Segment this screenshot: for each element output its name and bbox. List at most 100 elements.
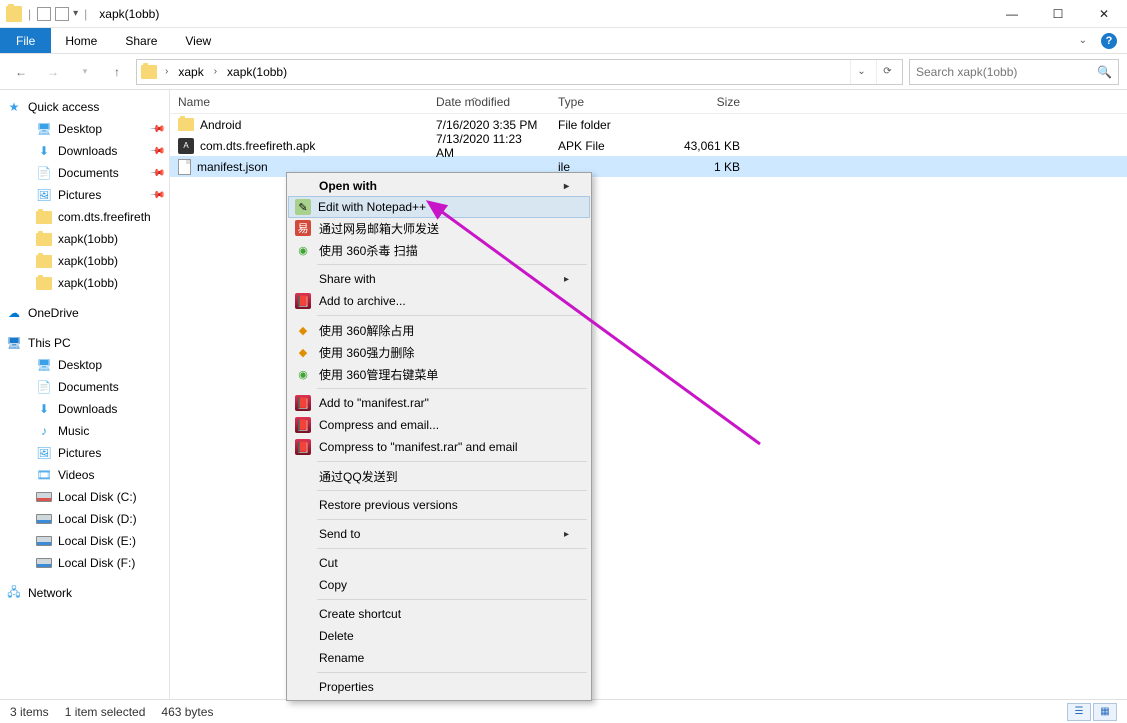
- menu-item[interactable]: Restore previous versions: [289, 494, 589, 516]
- menu-item[interactable]: ◉使用 360管理右键菜单: [289, 363, 589, 385]
- menu-item-label: 使用 360杀毒 扫描: [319, 242, 418, 259]
- menu-item[interactable]: Cut: [289, 552, 589, 574]
- qat-chk2[interactable]: [55, 7, 69, 21]
- menu-item[interactable]: ✎Edit with Notepad++: [288, 196, 590, 218]
- menu-item-label: Properties: [319, 680, 374, 694]
- nav-item[interactable]: 🖥Desktop📌: [0, 118, 169, 140]
- menu-item-label: Compress to "manifest.rar" and email: [319, 440, 518, 454]
- menu-item[interactable]: Rename: [289, 647, 589, 669]
- folder-icon: [141, 65, 157, 79]
- nav-item[interactable]: xapk(1obb): [0, 228, 169, 250]
- menu-item-label: Share with: [319, 272, 376, 286]
- menu-item[interactable]: ◆使用 360强力删除: [289, 341, 589, 363]
- nav-item[interactable]: 🖼Pictures: [0, 442, 169, 464]
- col-type[interactable]: Type: [550, 90, 668, 113]
- address-dropdown-icon[interactable]: ⌄: [850, 60, 872, 84]
- nav-item[interactable]: Local Disk (D:): [0, 508, 169, 530]
- qat-dropdown-icon[interactable]: ▾: [73, 8, 78, 19]
- navigation-pane[interactable]: ★ Quick access 🖥Desktop📌⬇Downloads📌📄Docu…: [0, 90, 170, 699]
- nav-onedrive[interactable]: ☁ OneDrive: [0, 302, 169, 324]
- menu-item[interactable]: Delete: [289, 625, 589, 647]
- nav-item[interactable]: 📄Documents: [0, 376, 169, 398]
- menu-item[interactable]: Open with▸: [289, 175, 589, 197]
- nav-item[interactable]: com.dts.freefireth: [0, 206, 169, 228]
- nav-item[interactable]: Local Disk (E:): [0, 530, 169, 552]
- ribbon: File Home Share View ⌄ ?: [0, 28, 1127, 54]
- breadcrumb-1[interactable]: xapk(1obb): [225, 65, 289, 79]
- tab-view[interactable]: View: [171, 28, 225, 53]
- disk-icon: [36, 514, 52, 524]
- menu-item[interactable]: 📕Add to archive...: [289, 290, 589, 312]
- status-size: 463 bytes: [161, 705, 213, 719]
- col-size[interactable]: Size: [668, 90, 748, 113]
- table-row[interactable]: Acom.dts.freefireth.apk7/13/2020 11:23 A…: [170, 135, 1127, 156]
- nav-item[interactable]: ⬇Downloads📌: [0, 140, 169, 162]
- minimize-button[interactable]: —: [989, 0, 1035, 28]
- breadcrumb-0[interactable]: xapk: [176, 65, 205, 79]
- recent-dropdown[interactable]: ▾: [72, 59, 98, 85]
- file-size: 43,061 KB: [668, 139, 748, 153]
- refresh-icon[interactable]: ⟳: [876, 60, 898, 84]
- table-row[interactable]: Android7/16/2020 3:35 PMFile folder: [170, 114, 1127, 135]
- menu-item-label: 通过QQ发送到: [319, 468, 398, 485]
- tab-share[interactable]: Share: [111, 28, 171, 53]
- menu-item[interactable]: 📕Compress and email...: [289, 414, 589, 436]
- col-date[interactable]: Date modified: [428, 90, 550, 113]
- nav-item[interactable]: 🖼Pictures📌: [0, 184, 169, 206]
- menu-item[interactable]: 通过QQ发送到: [289, 465, 589, 487]
- menu-item[interactable]: Send to▸: [289, 523, 589, 545]
- menu-item[interactable]: 易通过网易邮箱大师发送: [289, 217, 589, 239]
- menu-item[interactable]: Share with▸: [289, 268, 589, 290]
- qat-chk1[interactable]: [37, 7, 51, 21]
- maximize-button[interactable]: ☐: [1035, 0, 1081, 28]
- nav-item[interactable]: ⬇Downloads: [0, 398, 169, 420]
- folder-icon: [36, 255, 52, 268]
- nav-item[interactable]: Local Disk (F:): [0, 552, 169, 574]
- nav-onedrive-label: OneDrive: [28, 306, 79, 320]
- nav-this-pc[interactable]: 🖥 This PC: [0, 332, 169, 354]
- file-name: Android: [200, 118, 241, 132]
- chevron-right-icon[interactable]: ›: [210, 66, 221, 77]
- file-tab[interactable]: File: [0, 28, 51, 53]
- tab-home[interactable]: Home: [51, 28, 111, 53]
- nav-item[interactable]: Local Disk (C:): [0, 486, 169, 508]
- menu-item[interactable]: 📕Compress to "manifest.rar" and email: [289, 436, 589, 458]
- address-bar[interactable]: › xapk › xapk(1obb) ⌄ ⟳: [136, 59, 903, 85]
- disk-icon: [36, 536, 52, 546]
- nav-item[interactable]: xapk(1obb): [0, 272, 169, 294]
- menu-item-label: Cut: [319, 556, 338, 570]
- col-name[interactable]: Name: [170, 90, 428, 113]
- view-details-button[interactable]: ☰: [1067, 703, 1091, 721]
- chevron-right-icon[interactable]: ›: [161, 66, 172, 77]
- view-large-button[interactable]: ▦: [1093, 703, 1117, 721]
- folder-icon: [178, 118, 194, 131]
- nav-item-label: Local Disk (D:): [58, 512, 137, 526]
- 360o-icon: ◆: [295, 322, 311, 338]
- menu-item[interactable]: ◉使用 360杀毒 扫描: [289, 239, 589, 261]
- nav-item[interactable]: 🎞Videos: [0, 464, 169, 486]
- menu-item[interactable]: ◆使用 360解除占用: [289, 319, 589, 341]
- rar-icon: 📕: [295, 395, 311, 411]
- nav-network[interactable]: 🖧 Network: [0, 582, 169, 604]
- menu-item[interactable]: Create shortcut: [289, 603, 589, 625]
- up-button[interactable]: ↑: [104, 59, 130, 85]
- nav-item[interactable]: 📄Documents📌: [0, 162, 169, 184]
- close-button[interactable]: ✕: [1081, 0, 1127, 28]
- nav-item[interactable]: xapk(1obb): [0, 250, 169, 272]
- forward-button[interactable]: →: [40, 59, 66, 85]
- nav-item[interactable]: 🖥Desktop: [0, 354, 169, 376]
- menu-item[interactable]: 📕Add to "manifest.rar": [289, 392, 589, 414]
- menu-item[interactable]: Properties: [289, 676, 589, 698]
- column-headers: ︿ Name Date modified Type Size: [170, 90, 1127, 114]
- nav-item-label: Local Disk (C:): [58, 490, 137, 504]
- back-button[interactable]: ←: [8, 59, 34, 85]
- music-icon: ♪: [36, 423, 52, 439]
- search-input[interactable]: Search xapk(1obb) 🔍: [909, 59, 1119, 85]
- menu-item-label: Add to archive...: [319, 294, 406, 308]
- menu-item[interactable]: Copy: [289, 574, 589, 596]
- expand-ribbon-icon[interactable]: ⌄: [1079, 35, 1087, 46]
- nav-item-label: Videos: [58, 468, 94, 482]
- nav-quick-access[interactable]: ★ Quick access: [0, 96, 169, 118]
- help-icon[interactable]: ?: [1101, 33, 1117, 49]
- nav-item[interactable]: ♪Music: [0, 420, 169, 442]
